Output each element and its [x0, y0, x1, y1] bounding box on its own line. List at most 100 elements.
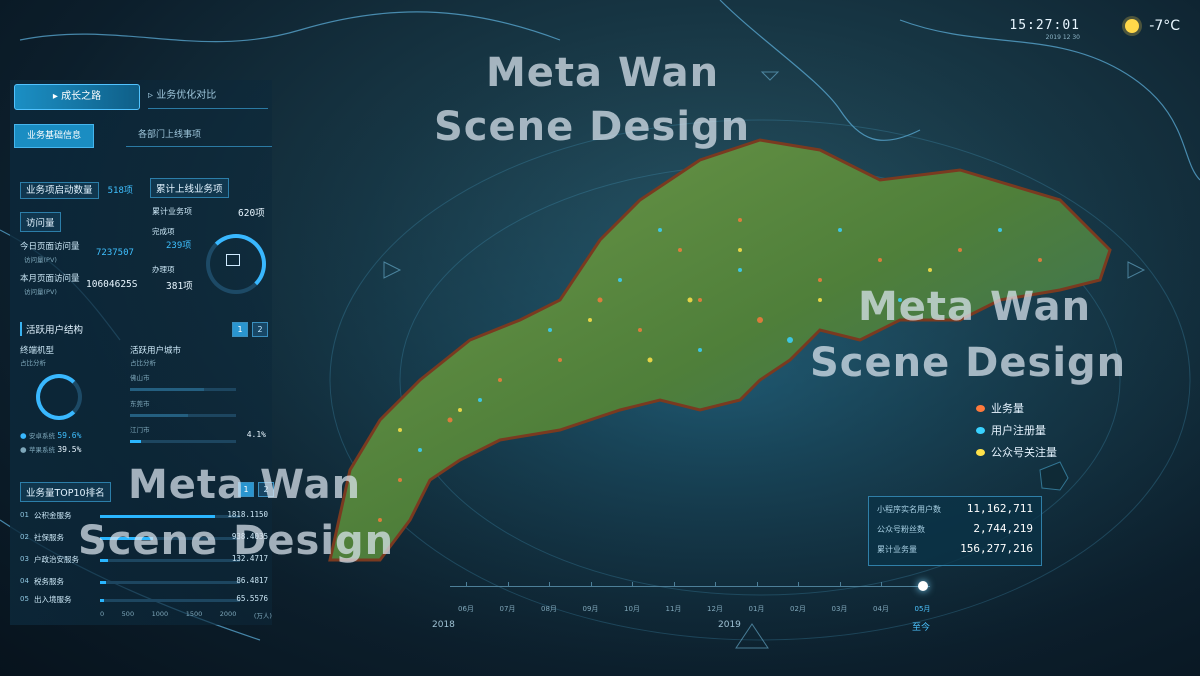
rank-name: 税务服务	[34, 577, 64, 586]
timeline-tick	[839, 582, 841, 586]
temperature: -7°C	[1149, 18, 1180, 34]
city-title: 活跃用户城市	[130, 346, 182, 356]
clock: 15:27:01 2019 12 30	[1009, 18, 1080, 41]
stats-box: 小程序实名用户数 11,162,711 公众号粉丝数 2,744,219 累计业…	[868, 496, 1042, 566]
play-icon: ▸	[52, 91, 62, 102]
apple-share: ● 苹果系统 39.5%	[20, 444, 81, 454]
business-count: 业务项启动数量 518项	[20, 178, 133, 199]
timeline-month[interactable]: 06月	[458, 604, 474, 614]
rank-bar-fill	[100, 537, 154, 540]
city-row: 江门市 4.1%	[130, 424, 266, 450]
visits-title: 访问量	[20, 212, 61, 232]
timeline-track[interactable]	[450, 586, 930, 587]
page-2-button[interactable]: 2	[252, 322, 268, 337]
today-visits-value: 7237507	[96, 248, 134, 258]
legend-dot	[976, 448, 985, 456]
year-label: 2018	[432, 620, 455, 630]
business-count-value: 518项	[107, 186, 133, 196]
timeline-month[interactable]: 11月	[666, 604, 682, 614]
rank-number: 01	[20, 511, 29, 519]
timeline-month[interactable]: 12月	[707, 604, 723, 614]
city-value: 4.1%	[246, 430, 266, 439]
tab-business-compare[interactable]: ▹ 业务优化对比	[148, 84, 268, 109]
axis-tick: 500	[121, 610, 135, 618]
rank-number: 03	[20, 555, 29, 563]
stat-row: 累计业务量 156,277,216	[875, 541, 1037, 559]
city-row: 东莞市	[130, 398, 266, 424]
rank-bar-fill	[100, 515, 215, 518]
month-visits-unit: 访问量(PV)	[24, 288, 57, 296]
timeline-month[interactable]: 03月	[832, 604, 848, 614]
table-row: 01 公积金服务 1818.1150	[20, 510, 272, 524]
timeline-current: 至今	[912, 623, 931, 633]
timeline-month[interactable]: 04月	[873, 604, 889, 614]
android-share: ● 安卓系统 59.6%	[20, 430, 81, 440]
stat-label: 累计业务量	[877, 545, 917, 554]
month-visits-label: 本月页面访问量	[20, 274, 80, 284]
android-value: 59.6%	[57, 431, 82, 440]
legend-dot	[976, 404, 985, 412]
timeline-month[interactable]: 10月	[624, 604, 640, 614]
axis-tick: 2000	[219, 610, 237, 618]
map-legend: 业务量 用户注册量 公众号关注量	[976, 400, 1057, 466]
tab-growth-label: 成长之路	[61, 91, 102, 102]
timeline-tick	[632, 582, 633, 586]
axis-tick: 1000	[151, 610, 169, 618]
legend-item: 公众号关注量	[976, 444, 1057, 460]
table-row: 04 税务服务 86.4817	[20, 576, 272, 590]
stat-value: 11,162,711	[966, 502, 1033, 515]
legend-item: 业务量	[976, 400, 1057, 416]
timeline-tick	[590, 582, 592, 586]
timeline-month[interactable]: 07月	[500, 604, 516, 614]
total-items-value: 620项	[238, 208, 265, 219]
timeline-month[interactable]: 08月	[541, 604, 557, 614]
axis-tick: 1500	[185, 610, 203, 618]
rank-value: 1818.1150	[227, 510, 268, 519]
rank-bar	[100, 559, 240, 562]
city-bar-fill	[130, 440, 141, 443]
tab-business-compare-label: 业务优化对比	[156, 90, 217, 101]
document-icon	[226, 254, 240, 266]
timeline-month[interactable]: 09月	[583, 604, 599, 614]
today-visits-label: 今日页面访问量	[20, 242, 80, 252]
rank-bar-fill	[100, 581, 106, 584]
timeline-tick	[798, 582, 799, 586]
city-row: 佛山市	[130, 372, 266, 398]
tab-growth[interactable]: ▸ 成长之路	[14, 84, 140, 110]
timeline-month[interactable]: 05月	[915, 604, 931, 614]
rank-name: 公积金服务	[34, 511, 72, 520]
stat-row: 小程序实名用户数 11,162,711	[875, 501, 1037, 519]
business-count-label: 业务项启动数量	[20, 182, 99, 199]
legend-dot	[976, 426, 985, 434]
top10-axis: 0 500 1000 1500 2000 (万人)	[100, 610, 272, 620]
timeline-month[interactable]: 02月	[790, 604, 806, 614]
rank-value: 65.5576	[236, 594, 268, 603]
rank-bar	[100, 515, 240, 518]
timeline-knob[interactable]	[917, 581, 928, 591]
city-bar	[130, 414, 236, 417]
timeline-tick	[466, 582, 467, 586]
month-visits-value: 10604625S	[86, 279, 138, 290]
online-items-title: 累计上线业务项	[150, 178, 229, 198]
rank-bar	[100, 581, 240, 584]
year-label: 2019	[718, 620, 741, 630]
page-2-button[interactable]: 2	[258, 482, 274, 497]
city-sub: 占比分析	[130, 359, 156, 367]
subtab-department-items[interactable]: 各部门上线事项	[126, 124, 272, 147]
city-bar	[130, 440, 236, 443]
page-1-button[interactable]: 1	[232, 322, 248, 337]
rank-name: 社保服务	[34, 533, 64, 542]
subtab-basic-info[interactable]: 业务基础信息	[14, 124, 95, 148]
progress-items-value: 381项	[166, 281, 193, 292]
stat-label: 公众号粉丝数	[877, 525, 925, 534]
city-bar-fill	[130, 414, 189, 417]
top10-title: 业务量TOP10排名	[20, 482, 111, 502]
page-1-button[interactable]: 1	[238, 482, 254, 497]
timeline-month[interactable]: 01月	[749, 604, 765, 614]
axis-tick: (万人)	[253, 612, 272, 620]
timeline-tick	[756, 582, 758, 586]
clock-time: 15:27:01	[1009, 18, 1080, 33]
rank-number: 04	[20, 577, 29, 585]
apple-bullet: ●	[20, 445, 27, 454]
timeline-tick	[507, 582, 509, 586]
